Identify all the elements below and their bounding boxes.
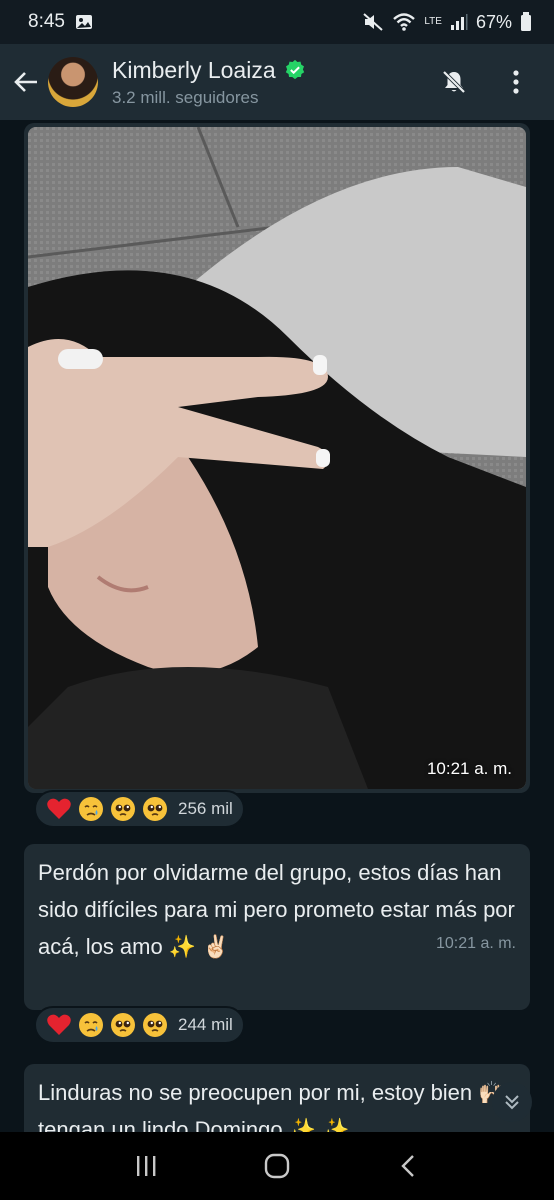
battery-icon bbox=[521, 12, 531, 31]
back-arrow-icon bbox=[14, 72, 37, 92]
verified-icon bbox=[285, 59, 304, 80]
sad-relieved-face-icon bbox=[79, 797, 103, 821]
home-icon bbox=[264, 1153, 290, 1179]
system-nav-bar bbox=[0, 1132, 554, 1200]
text-reactions[interactable]: 244 mil bbox=[34, 1006, 245, 1044]
recent-apps-icon bbox=[136, 1156, 156, 1176]
pleading-face-icon bbox=[143, 797, 167, 821]
image-message[interactable]: 10:21 a. m. bbox=[24, 123, 530, 793]
more-vert-icon bbox=[513, 70, 519, 94]
status-left: 8:45 bbox=[28, 11, 93, 33]
channel-name: Kimberly Loaiza bbox=[112, 56, 276, 83]
system-back-button[interactable] bbox=[388, 1146, 428, 1186]
pleading-face-icon bbox=[111, 1013, 135, 1037]
muted-bell-icon bbox=[442, 70, 466, 94]
chevron-down-icon bbox=[505, 1095, 519, 1110]
pleading-face-icon bbox=[143, 1013, 167, 1037]
more-options-button[interactable] bbox=[500, 66, 532, 98]
photo-illustration bbox=[28, 127, 526, 789]
channel-avatar[interactable] bbox=[48, 57, 98, 107]
chat-area[interactable]: 10:21 a. m. 256 mil Perdón por olvidarme… bbox=[0, 120, 554, 1132]
message-text: Linduras no se preocupen por mi, estoy b… bbox=[38, 1080, 506, 1132]
battery-percent: 67% bbox=[475, 11, 512, 32]
image-timestamp: 10:21 a. m. bbox=[426, 759, 512, 778]
red-heart-icon bbox=[47, 798, 71, 819]
back-icon bbox=[401, 1155, 415, 1177]
wifi-icon bbox=[393, 13, 416, 31]
text-message[interactable]: Perdón por olvidarme del grupo, estos dí… bbox=[24, 844, 530, 1010]
followers-count: 3.2 mill. seguidores bbox=[112, 87, 259, 107]
message-photo[interactable]: 10:21 a. m. bbox=[28, 127, 526, 789]
channel-info[interactable]: Kimberly Loaiza 3.2 mill. seguidores bbox=[112, 57, 438, 108]
mute-button[interactable] bbox=[438, 66, 470, 98]
text-message[interactable]: Linduras no se preocupen por mi, estoy b… bbox=[24, 1064, 530, 1132]
scroll-to-bottom-button[interactable] bbox=[492, 1082, 532, 1122]
recent-apps-button[interactable] bbox=[126, 1146, 166, 1186]
sad-relieved-face-icon bbox=[79, 1013, 103, 1037]
reaction-count: 244 mil bbox=[178, 1015, 233, 1034]
reaction-count: 256 mil bbox=[178, 799, 233, 818]
mute-status-icon bbox=[363, 13, 384, 31]
header-actions bbox=[438, 66, 532, 98]
name-row: Kimberly Loaiza bbox=[112, 57, 438, 84]
gallery-icon bbox=[75, 15, 92, 29]
red-heart-icon bbox=[47, 1014, 71, 1035]
pleading-face-icon bbox=[111, 797, 135, 821]
status-right: LTE 67% bbox=[362, 12, 532, 33]
home-button[interactable] bbox=[257, 1146, 297, 1186]
status-bar: 8:45 LTE 67% bbox=[0, 0, 554, 44]
signal-icon bbox=[450, 14, 468, 30]
back-button[interactable] bbox=[4, 60, 48, 104]
image-reactions[interactable]: 256 mil bbox=[34, 790, 245, 828]
channel-header: Kimberly Loaiza 3.2 mill. seguidores bbox=[0, 44, 554, 120]
status-time: 8:45 bbox=[28, 11, 65, 32]
lte-label: LTE bbox=[424, 16, 442, 27]
